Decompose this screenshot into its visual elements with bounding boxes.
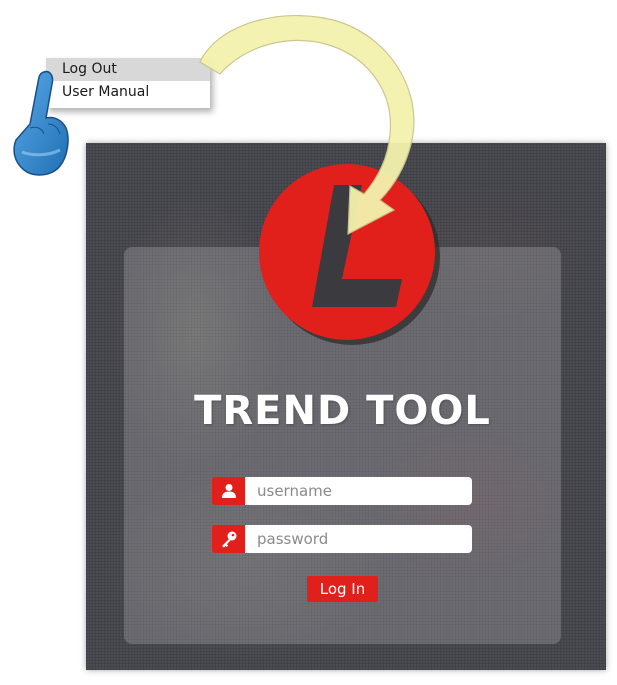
pointing-hand-icon [13, 70, 69, 176]
log-in-button[interactable]: Log In [307, 576, 378, 602]
app-title: TREND TOOL [194, 388, 491, 434]
username-field [212, 477, 472, 505]
key-icon [212, 525, 245, 553]
user-icon [212, 477, 245, 505]
username-input[interactable] [245, 477, 472, 505]
password-input[interactable] [245, 525, 472, 553]
password-field [212, 525, 472, 553]
brand-logo [259, 164, 440, 345]
